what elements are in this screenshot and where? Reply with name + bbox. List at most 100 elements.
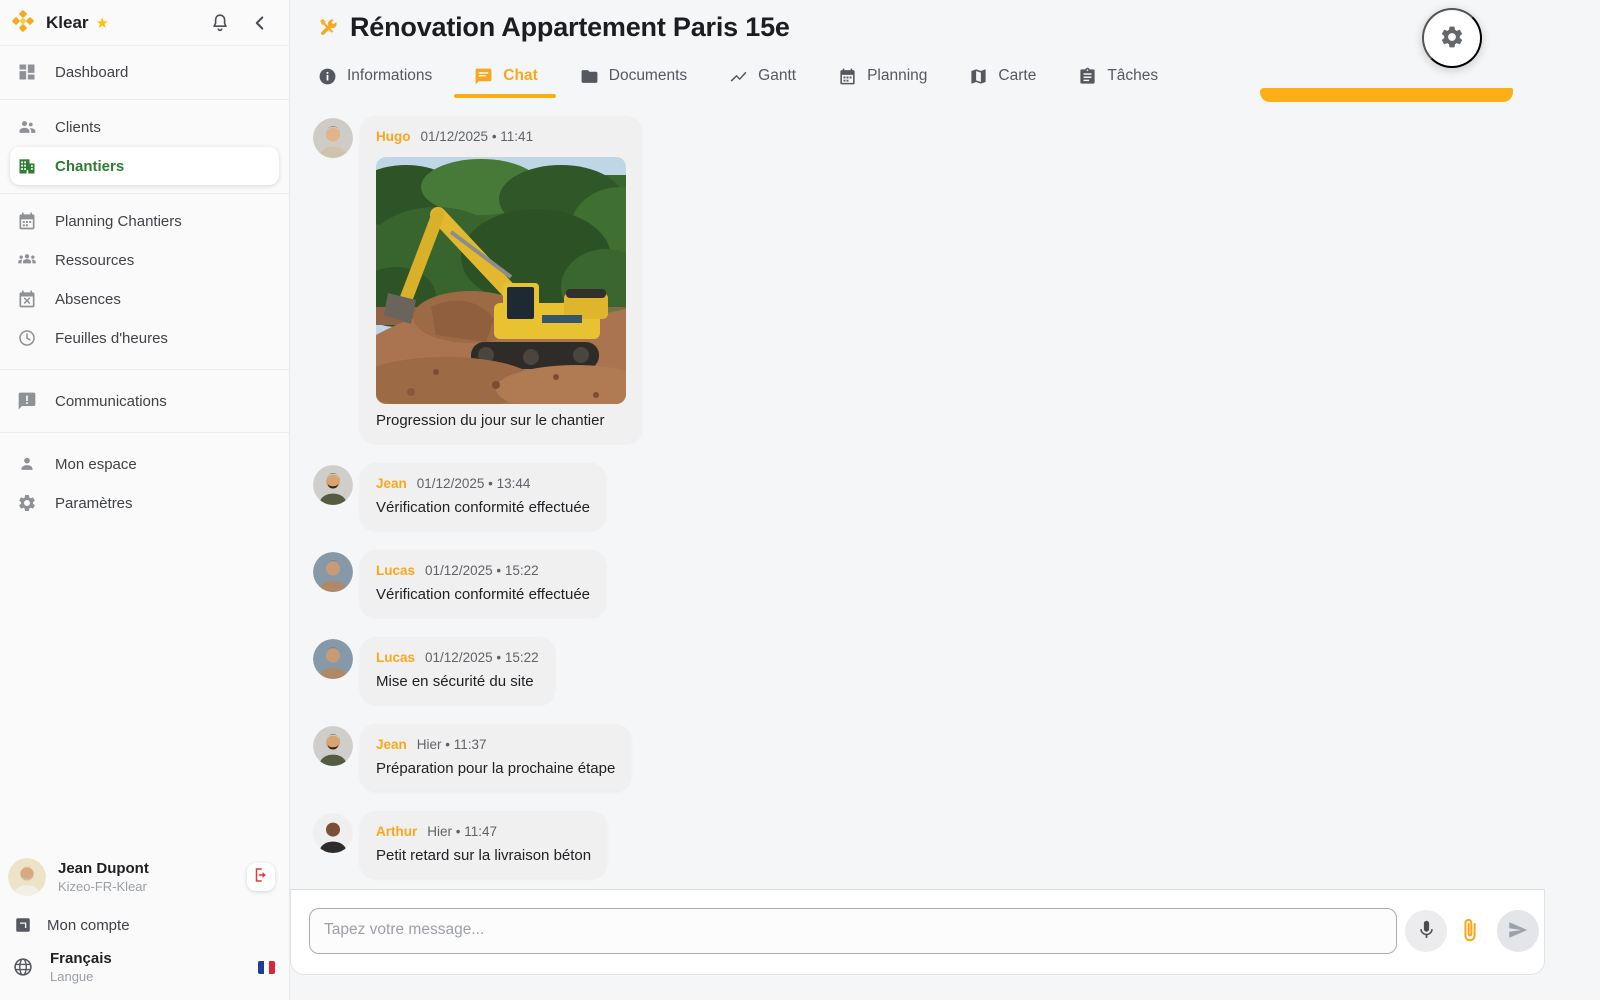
avatar [313, 813, 353, 853]
sidebar-item-mon-compte[interactable]: Mon compte [8, 916, 275, 934]
message-bubble: Arthur Hier • 11:47 Petit retard sur la li… [360, 811, 608, 878]
tab-label: Tâches [1107, 67, 1159, 84]
tab-gantt[interactable]: Gantt [729, 67, 796, 86]
user-name: Jean Dupont [58, 860, 149, 877]
tab-label: Planning [867, 67, 928, 84]
avatar [313, 726, 353, 766]
collapse-sidebar-icon[interactable] [249, 12, 271, 34]
sidebar-item-label: Ressources [55, 251, 135, 269]
sidebar-item-chantiers[interactable]: Chantiers [10, 147, 279, 185]
sidebar-item-label: Dashboard [55, 63, 129, 81]
sidebar-item-label: Planning Chantiers [55, 212, 182, 230]
sidebar-item-label: Clients [55, 118, 101, 136]
info-icon [318, 67, 337, 86]
sidebar-item-label: Feuilles d'heures [55, 329, 168, 347]
tab-label: Informations [347, 67, 433, 84]
chat-message: Hugo 01/12/2025 • 11:41 Progression du jou… [313, 116, 1545, 443]
send-icon [1507, 919, 1529, 944]
message-composer [290, 889, 1545, 975]
chat-message-list[interactable]: Hugo 01/12/2025 • 11:41 Progression du jou… [290, 104, 1545, 888]
avatar [313, 639, 353, 679]
notifications-bell-icon[interactable] [209, 12, 231, 34]
chat-message: Jean Hier • 11:37 Préparation pour la proc… [313, 724, 1545, 791]
sidebar-item-feuilles-d-heures[interactable]: Feuilles d'heures [10, 319, 279, 357]
sidebar-divider [0, 432, 289, 433]
message-text: Vérification conformité effectuée [376, 586, 591, 603]
calendar-icon [17, 211, 37, 231]
folder-icon [580, 67, 599, 86]
sidebar-divider [0, 99, 289, 100]
message-timestamp: 01/12/2025 • 15:22 [425, 650, 539, 665]
sidebar-bottom: Jean Dupont Kizeo-FR-Klear Mon compte Fr… [0, 858, 289, 990]
sidebar-item-param-tres[interactable]: Paramètres [10, 484, 279, 522]
sidebar-item-absences[interactable]: Absences [10, 280, 279, 318]
message-text: Mise en sécurité du site [376, 673, 534, 690]
message-text: Progression du jour sur le chantier [376, 412, 605, 429]
sidebar-item-label: Paramètres [55, 494, 133, 512]
language-value: Français [50, 950, 112, 967]
user-organization: Kizeo-FR-Klear [58, 879, 147, 894]
gear-icon [17, 493, 37, 513]
tab-planning[interactable]: Planning [838, 67, 927, 86]
clients-icon [17, 117, 37, 137]
language-selector[interactable]: Français Langue [8, 950, 275, 984]
message-author: Jean [376, 737, 407, 752]
account-label: Mon compte [47, 916, 130, 934]
dashboard-icon [17, 62, 37, 82]
globe-icon [12, 956, 34, 978]
announcement-icon [17, 391, 37, 411]
sidebar-item-planning-chantiers[interactable]: Planning Chantiers [10, 202, 279, 240]
sidebar-item-label: Chantiers [55, 157, 125, 175]
chat-settings-button[interactable] [1422, 8, 1482, 68]
avatar [313, 552, 353, 592]
message-input[interactable] [309, 908, 1397, 954]
tab-documents[interactable]: Documents [580, 67, 687, 86]
sidebar-item-mon-espace[interactable]: Mon espace [10, 445, 279, 483]
tab-label: Gantt [758, 67, 797, 84]
calendar-icon [838, 67, 857, 86]
message-bubble: Hugo 01/12/2025 • 11:41 Progression du jou… [360, 116, 642, 443]
sidebar-item-clients[interactable]: Clients [10, 108, 279, 146]
scrolled-action-button[interactable] [1260, 88, 1513, 102]
sidebar-divider [0, 369, 289, 370]
sidebar-header: Klear ★ [0, 0, 289, 46]
message-bubble: Lucas 01/12/2025 • 15:22 Vérification conf… [360, 550, 607, 617]
app-window: Klear ★ Dashboard Clients Chantiers Plannin… [0, 0, 1600, 1000]
paperclip-icon [1457, 917, 1483, 946]
klear-logo-icon [10, 9, 36, 36]
chat-message: Lucas 01/12/2025 • 15:22 Mise en sécurité … [313, 637, 1545, 704]
message-timestamp: 01/12/2025 • 13:44 [416, 476, 531, 491]
tab-chat[interactable]: Chat [454, 67, 557, 98]
clock-icon [17, 328, 37, 348]
logout-button[interactable] [247, 863, 275, 891]
chat-message: Jean 01/12/2025 • 13:44 Vérification confo… [313, 463, 1545, 530]
gantt-icon [729, 67, 748, 86]
sidebar-item-label: Communications [55, 392, 167, 410]
message-bubble: Lucas 01/12/2025 • 15:22 Mise en sécurité … [360, 637, 555, 704]
sidebar-nav: Dashboard Clients Chantiers Planning Chanti… [0, 46, 289, 522]
tab-label: Documents [608, 67, 688, 84]
voice-message-button[interactable] [1405, 910, 1447, 952]
send-message-button[interactable] [1497, 910, 1539, 952]
sidebar-item-label: Mon espace [55, 455, 137, 473]
main-panel: Rénovation Appartement Paris 15e Informa… [290, 0, 1600, 1000]
sidebar-item-ressources[interactable]: Ressources [10, 241, 279, 279]
user-row: Jean Dupont Kizeo-FR-Klear [8, 858, 275, 896]
tab-carte[interactable]: Carte [969, 67, 1036, 86]
message-author: Lucas [376, 650, 416, 665]
excavator-photo[interactable] [376, 157, 626, 404]
message-text: Vérification conformité effectuée [376, 499, 591, 516]
building-icon [17, 156, 37, 176]
attach-file-button[interactable] [1449, 910, 1491, 952]
tab-t-ches[interactable]: Tâches [1078, 67, 1158, 86]
message-author: Hugo [376, 129, 411, 144]
microphone-icon [1416, 919, 1437, 943]
star-icon: ★ [95, 14, 109, 32]
message-author: Arthur [376, 824, 418, 839]
sidebar-item-dashboard[interactable]: Dashboard [10, 53, 279, 91]
sidebar-item-communications[interactable]: Communications [10, 382, 279, 420]
sidebar-item-label: Absences [55, 290, 121, 308]
tab-informations[interactable]: Informations [318, 67, 432, 86]
message-timestamp: Hier • 11:47 [427, 824, 498, 839]
message-timestamp: 01/12/2025 • 11:41 [420, 129, 534, 144]
